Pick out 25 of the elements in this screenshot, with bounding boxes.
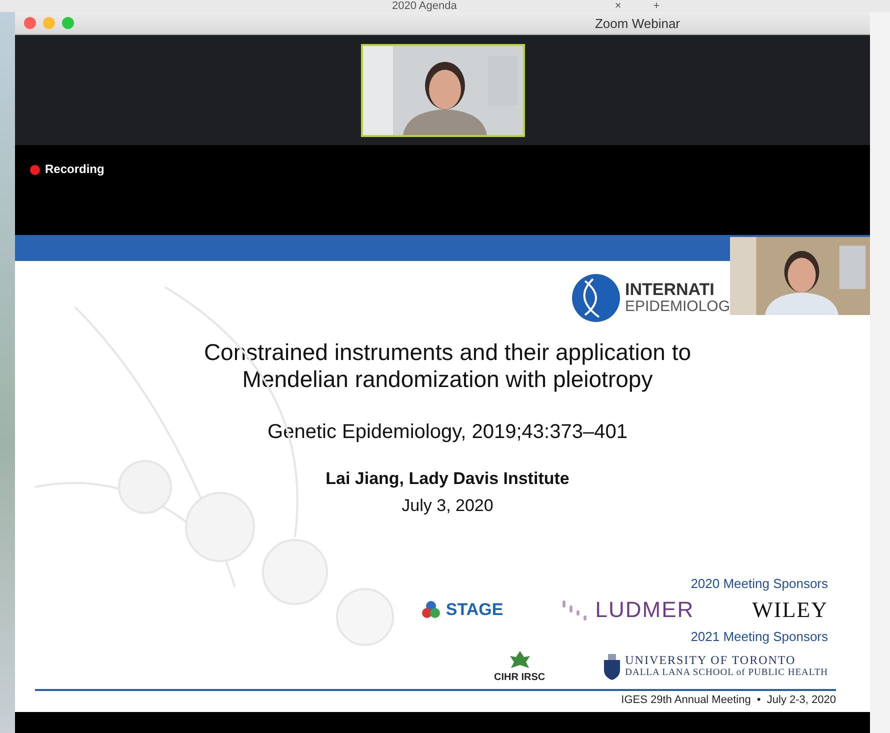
sponsor-logo: CIHR IRSC — [494, 650, 546, 683]
close-button[interactable] — [24, 17, 36, 29]
sponsors-heading: 2021 Meeting Sponsors — [690, 629, 828, 644]
author: Lai Jiang, Lady Davis Institute — [326, 469, 570, 489]
sponsor-logo: WILEY — [752, 597, 828, 623]
crest-icon — [603, 654, 622, 680]
sponsor-logo: STAGE — [420, 600, 504, 620]
slide-title: Constrained instruments and their application to — [204, 339, 692, 366]
new-tab-button[interactable]: + — [653, 0, 660, 12]
sponsor-logo: UNIVERSITY OF TORONTO DALLA LANA SCHOOL of PUBLIC HEALTH — [603, 654, 828, 680]
window-title: Zoom Webinar — [594, 16, 680, 30]
slide-title: Mendelian randomization with pleiotropy — [242, 366, 653, 393]
sponsor-logo: LUDMER — [561, 597, 694, 623]
recording-label: Recording — [45, 162, 104, 176]
presentation-date: July 3, 2020 — [402, 496, 494, 516]
dna-globe-icon — [570, 273, 621, 323]
maximize-button[interactable] — [62, 17, 74, 29]
sponsors-heading: 2020 Meeting Sponsors — [690, 576, 828, 591]
slide-footer: IGES 29th Annual Meeting • July 2-3, 2020 — [15, 691, 870, 712]
logo-icon — [420, 600, 442, 620]
society-logo: INTERNATI EPIDEMIOLOG — [570, 279, 730, 317]
minimize-button[interactable] — [43, 17, 55, 29]
citation: Genetic Epidemiology, 2019;43:373–401 — [268, 421, 628, 444]
tab-close-button[interactable]: × — [614, 0, 622, 12]
browser-tab-title[interactable]: 2020 Agenda — [392, 0, 457, 12]
